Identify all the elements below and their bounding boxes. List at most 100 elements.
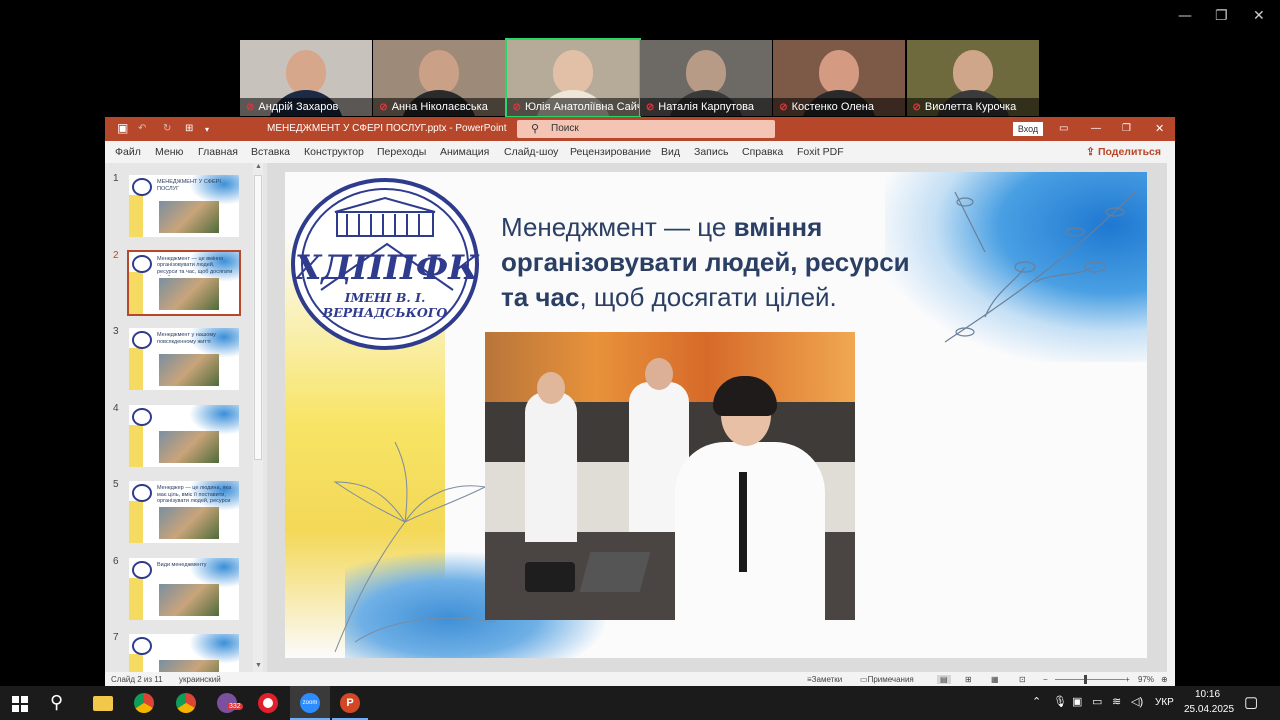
notes-button[interactable]: ≡Заметки [807,675,842,684]
reading-view-icon[interactable]: ▦ [991,675,999,684]
participant-name-label: ⊘ Наталія Карпутова [639,98,772,116]
zoom-taskbar-button[interactable]: zoom [290,686,330,720]
zoom-level[interactable]: 97% [1138,675,1154,684]
battery-icon[interactable]: ▭ [1092,695,1102,708]
share-label: Поделиться [1097,146,1161,158]
participant-video-head [419,50,460,94]
ribbon-tab[interactable]: Вставка [251,146,290,158]
slide-thumbnail[interactable]: Види менеджменту [129,557,239,620]
muted-mic-icon: ⊘ [246,102,255,113]
ribbon-tabs: Файл Меню Главная Вставка Конструктор Переход… [105,141,1175,163]
zoom-slider-thumb[interactable] [1084,675,1087,684]
slide-thumbnail[interactable]: МЕНЕДЖМЕНТ У СФЕРІ ПОСЛУГ [129,175,239,237]
college-logo: ХДППФК ІМЕНІ В. І. ВЕРНАДСЬКОГО [291,178,479,350]
undo-icon[interactable]: ↶ [138,123,146,134]
ppt-restore-icon[interactable]: ❐ [1122,123,1131,134]
participant-name-label: ⊘ Андрій Захаров [240,98,372,116]
slide-thumbnail[interactable]: Менеджер — це людина, яка має ціль, вміє… [129,481,239,543]
participant-name-label: ⊘ Анна Ніколаєвська [373,98,506,116]
thumbnail-number: 3 [113,326,119,337]
login-button[interactable]: Вход [1013,122,1043,136]
wifi-icon[interactable]: ≋ [1112,695,1121,708]
zoom-in-icon[interactable]: + [1125,675,1130,684]
participant-tile[interactable]: ⊘ Наталія Карпутова [639,40,772,116]
close-icon[interactable]: ✕ [1253,8,1265,24]
file-explorer-icon[interactable] [93,696,113,711]
ribbon-display-icon[interactable]: ▭ [1059,123,1068,134]
participant-tile[interactable]: ⊘ Виолетта Курочка [906,40,1039,116]
comment-icon: ▭ [860,675,868,684]
normal-view-icon[interactable]: ▤ [937,675,951,684]
thumbnail-logo [132,178,152,196]
ppt-minimize-icon[interactable]: — [1091,123,1101,134]
camera-icon[interactable]: ▣ [1072,695,1082,708]
ppt-close-icon[interactable]: ✕ [1155,122,1164,135]
slide-counter: Слайд 2 из 11 [111,675,163,684]
comments-button[interactable]: ▭Примечания [860,675,914,684]
search-icon[interactable]: ⚲ [50,692,63,713]
zoom-slider[interactable] [1055,679,1125,680]
zoom-out-icon[interactable]: − [1043,675,1048,684]
participant-tile[interactable]: ⊘ Костенко Олена [773,40,906,116]
participant-name: Андрій Захаров [258,101,339,113]
microphone-icon[interactable]: 🎙 [1053,695,1067,708]
qat-dropdown-icon[interactable]: ▾ [205,125,209,134]
participant-video-head [552,50,593,94]
redo-icon[interactable]: ↻ [163,123,171,134]
viber-icon[interactable]: 332 [217,693,243,713]
slide-thumbnail[interactable]: Менеджмент у нашому повсякденному житті [129,328,239,390]
opera-icon[interactable] [258,693,278,713]
powerpoint-taskbar-button[interactable]: P [332,686,368,720]
ppt-titlebar: ▣ ↶ ↻ ⊞ ▾ МЕНЕДЖМЕНТ У СФЕРІ ПОСЛУГ.pptx… [105,117,1175,141]
slide-sorter-icon[interactable]: ⊞ [965,675,972,684]
clock-date[interactable]: 25.04.2025 [1184,704,1234,715]
slide-thumbnail[interactable]: Менеджмент — це вміння організовувати лю… [127,249,241,316]
chrome-icon[interactable] [134,693,154,713]
current-slide[interactable]: ХДППФК ІМЕНІ В. І. ВЕРНАДСЬКОГО Менеджме… [285,172,1147,658]
participant-name-label: ⊘ Костенко Олена [773,98,906,116]
participant-tile[interactable]: ⊘ Андрій Захаров [240,40,372,116]
chrome-profile-icon[interactable] [176,693,196,713]
muted-mic-icon: ⊘ [912,102,921,113]
ribbon-tab[interactable]: Рецензирование [570,146,651,158]
participant-tile[interactable]: ⊘Юлія Анатоліївна Сайчук [504,38,641,118]
keyboard-language[interactable]: УКР [1155,697,1174,708]
fit-slide-icon[interactable]: ⊕ [1161,675,1168,684]
clock-time[interactable]: 10:16 [1195,689,1220,700]
ribbon-tab[interactable]: Вид [661,146,680,158]
thumbnail-scrollbar[interactable]: ▲ ▼ [253,163,263,673]
restore-icon[interactable]: ❐ [1215,8,1228,24]
search-box[interactable]: ⚲ Поиск [517,120,775,138]
scroll-down-icon[interactable]: ▼ [255,662,262,669]
ribbon-tab[interactable]: Конструктор [304,146,364,158]
ribbon-tab[interactable]: Главная [198,146,238,158]
comments-label: Примечания [867,675,914,684]
minimize-icon[interactable]: — [1178,8,1192,24]
ribbon-tab[interactable]: Foxit PDF [797,146,844,158]
headline-bold: організовувати людей, ресурси [501,247,910,277]
ribbon-tab[interactable]: Файл [115,146,141,158]
notifications-icon[interactable]: ▢ [1244,693,1258,711]
ribbon-tab[interactable]: Анимация [440,146,489,158]
scroll-up-icon[interactable]: ▲ [255,163,262,170]
muted-mic-icon: ⊘ [779,102,788,113]
volume-icon[interactable]: ◁) [1131,695,1143,708]
share-button[interactable]: ⇪ Поделиться [1086,146,1161,158]
participant-name: Виолетта Курочка [924,101,1017,113]
save-icon[interactable]: ▣ [117,121,128,135]
windows-start-icon[interactable] [12,696,28,712]
language-indicator[interactable]: украинский [179,675,221,684]
participant-tile[interactable]: ⊘ Анна Ніколаєвська [373,40,506,116]
scrollbar-thumb[interactable] [254,175,262,460]
ribbon-tab[interactable]: Слайд-шоу [504,146,558,158]
ribbon-tab[interactable]: Справка [742,146,783,158]
ribbon-tab[interactable]: Меню [155,146,183,158]
present-icon[interactable]: ⊞ [185,123,193,134]
ribbon-tab[interactable]: Переходы [377,146,426,158]
slide-editing-area: ХДППФК ІМЕНІ В. І. ВЕРНАДСЬКОГО Менеджме… [267,163,1167,673]
document-title: МЕНЕДЖМЕНТ У СФЕРІ ПОСЛУГ.pptx - PowerPo… [267,123,507,134]
slideshow-icon[interactable]: ⊡ [1019,675,1026,684]
slide-thumbnail[interactable] [129,404,239,467]
show-hidden-icons-icon[interactable]: ⌃ [1032,695,1041,708]
ribbon-tab[interactable]: Запись [694,146,728,158]
